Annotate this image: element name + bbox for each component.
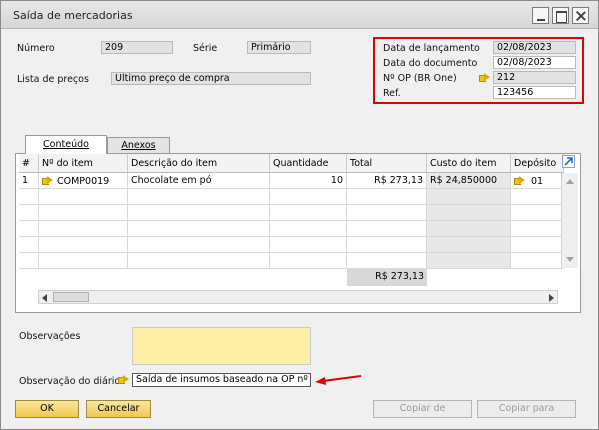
descricao-cell[interactable]: Chocolate em pó [128,173,270,189]
table-row[interactable] [427,253,511,269]
maximize-icon[interactable] [552,7,569,24]
tab-anexos[interactable]: Anexos [107,137,170,153]
col-header-item[interactable]: Nº do item [39,154,128,173]
table-row[interactable] [511,189,564,205]
table-row[interactable] [270,253,347,269]
tab-conteudo[interactable]: Conteúdo [25,135,107,154]
table-row[interactable] [347,221,427,237]
table-row[interactable] [128,205,270,221]
vertical-scrollbar[interactable] [561,173,578,268]
diario-label: Observação do diário [19,376,121,387]
col-header-deposito[interactable]: Depósito [511,154,564,173]
table-row[interactable] [427,221,511,237]
expand-icon[interactable] [562,155,575,168]
cancel-button[interactable]: Cancelar [86,400,151,418]
diario-field[interactable]: Saída de insumos baseado na OP nº 212 [132,373,311,387]
table-row-item-cell[interactable]: COMP0019 [39,173,128,189]
close-icon[interactable] [572,7,589,24]
total-cell[interactable]: R$ 273,13 [347,173,427,189]
table-row[interactable] [128,221,270,237]
window-title: Saída de mercadorias [13,9,133,22]
copy-from-button[interactable]: Copiar de [373,400,472,418]
table-row[interactable] [511,221,564,237]
table-row[interactable] [347,205,427,221]
deposito-code: 01 [531,176,544,187]
table-row[interactable] [270,237,347,253]
col-header-total[interactable]: Total [347,154,427,173]
table-row[interactable] [128,189,270,205]
table-row[interactable] [128,253,270,269]
data-documento-field[interactable]: 02/08/2023 [493,56,576,69]
data-lancamento-field[interactable]: 02/08/2023 [493,41,576,54]
lista-precos-field[interactable]: Último preço de compra [111,72,311,85]
items-grid: # Nº do item Descrição do item Quantidad… [15,153,581,313]
table-row[interactable] [19,205,39,221]
table-row[interactable] [427,237,511,253]
table-row[interactable] [39,237,128,253]
col-header-quantidade[interactable]: Quantidade [270,154,347,173]
row-num[interactable]: 1 [19,173,39,189]
table-row[interactable] [19,237,39,253]
custo-cell[interactable]: R$ 24,850000 [427,173,511,189]
table-row[interactable] [511,253,564,269]
deposito-cell[interactable]: 01 [511,173,564,189]
tab-anexos-label: Anexos [121,140,156,151]
copy-to-button[interactable]: Copiar para [477,400,576,418]
tab-conteudo-label: Conteúdo [43,139,89,150]
ref-label: Ref. [383,88,401,99]
link-arrow-icon[interactable] [479,73,490,82]
table-row[interactable] [39,221,128,237]
table-row[interactable] [511,205,564,221]
table-row[interactable] [19,189,39,205]
col-header-custo[interactable]: Custo do item [427,154,511,173]
diario-link-arrow-icon[interactable] [118,375,129,384]
quantidade-cell[interactable]: 10 [270,173,347,189]
data-lancamento-label: Data de lançamento [383,43,480,54]
observacoes-field[interactable] [132,327,311,365]
table-row[interactable] [19,221,39,237]
ref-field[interactable]: 123456 [493,86,576,99]
col-header-descricao[interactable]: Descrição do item [128,154,270,173]
item-link-arrow-icon[interactable] [42,176,53,185]
deposito-link-arrow-icon[interactable] [514,176,525,185]
table-row[interactable] [19,253,39,269]
annotation-arrow-icon [315,375,362,385]
op-field[interactable]: 212 [493,71,576,84]
minimize-icon[interactable] [532,7,549,24]
table-row[interactable] [128,237,270,253]
lista-precos-label: Lista de preços [17,74,89,85]
serie-field[interactable]: Primário [247,41,311,54]
numero-label: Número [17,43,55,54]
table-row[interactable] [511,237,564,253]
scroll-left-icon[interactable] [42,294,47,302]
scroll-right-icon[interactable] [549,294,554,302]
table-row[interactable] [39,189,128,205]
table-row[interactable] [347,237,427,253]
scroll-down-icon[interactable] [566,257,574,262]
table-row[interactable] [427,189,511,205]
horizontal-scrollbar[interactable] [38,290,558,304]
data-documento-label: Data do documento [383,58,478,69]
table-row[interactable] [427,205,511,221]
grand-total: R$ 273,13 [347,268,427,286]
col-header-num[interactable]: # [19,154,39,173]
table-row[interactable] [39,253,128,269]
scroll-thumb[interactable] [53,292,89,302]
table-row[interactable] [270,205,347,221]
serie-label: Série [193,43,218,54]
scroll-up-icon[interactable] [566,179,574,184]
numero-field[interactable]: 209 [101,41,173,54]
table-row[interactable] [39,205,128,221]
op-label: Nº OP (BR One) [383,73,457,84]
table-row[interactable] [347,253,427,269]
ok-button[interactable]: OK [15,400,79,418]
table-row[interactable] [270,189,347,205]
goods-issue-window: Saída de mercadorias Número 209 Série Pr… [0,0,599,430]
title-bar[interactable]: Saída de mercadorias [1,1,598,29]
item-code: COMP0019 [57,176,110,187]
table-row[interactable] [347,189,427,205]
observacoes-label: Observações [19,331,81,342]
table-row[interactable] [270,221,347,237]
